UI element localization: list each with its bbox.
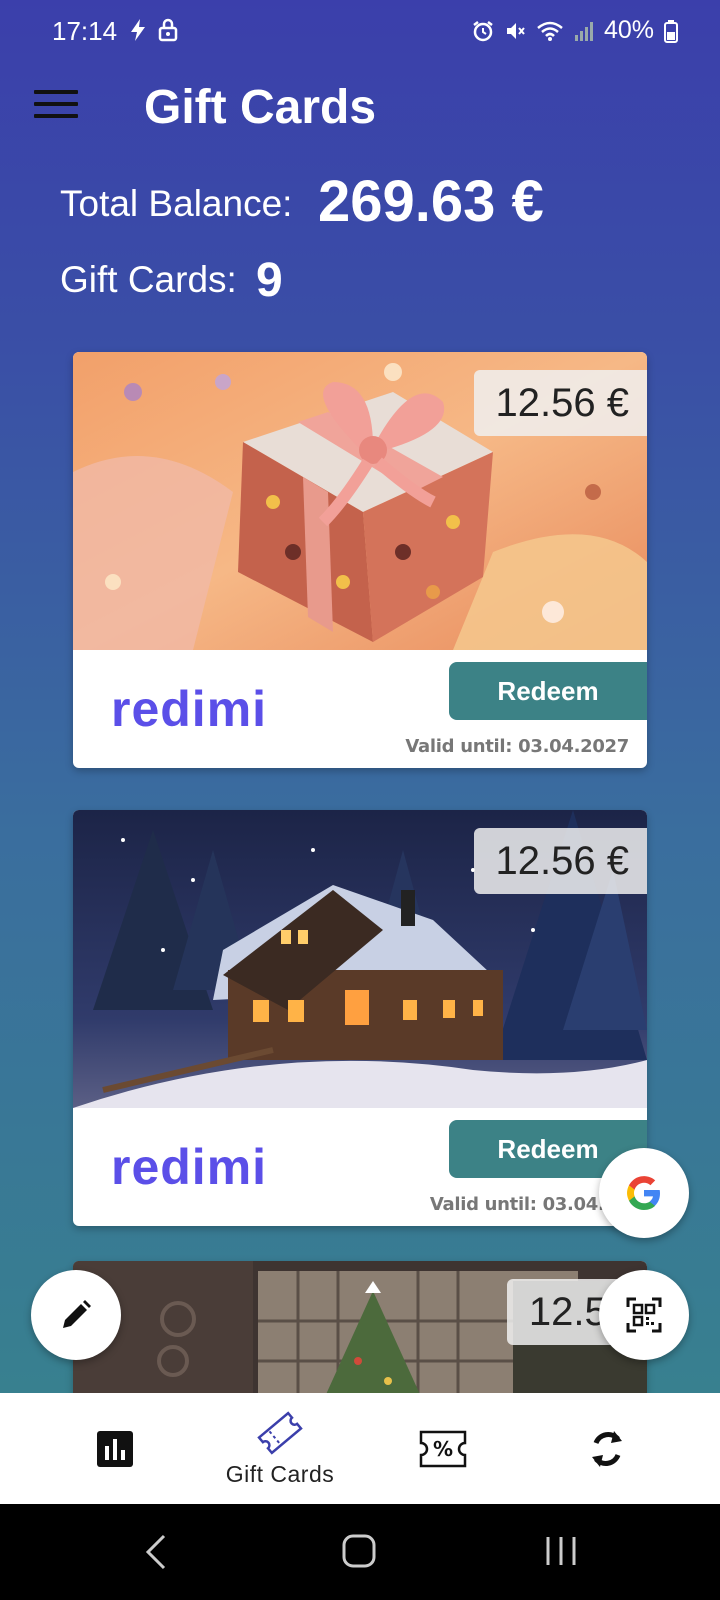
brand-logo: redimi (111, 681, 268, 737)
card-amount: 12.56 € (473, 828, 647, 894)
svg-text:%: % (433, 1437, 453, 1461)
battery-icon (664, 19, 678, 43)
total-balance-value: 269.63 € (318, 169, 544, 234)
system-navigation-bar (0, 1504, 720, 1600)
gift-card[interactable]: 12.56 € redimi Redeem Valid until: 03.04… (73, 352, 647, 768)
card-footer: redimi Redeem Valid until: 03.04.2027 (73, 650, 647, 768)
app-screen: 17:14 40% Gift Cards Total Balance: 269.… (0, 0, 720, 1393)
valid-until: Valid until: 03.04.2027 (405, 736, 629, 757)
status-bar: 17:14 40% (0, 0, 720, 62)
edit-button[interactable] (31, 1270, 121, 1360)
home-icon[interactable] (342, 1534, 376, 1568)
bottom-navigation: Gift Cards % (0, 1393, 720, 1504)
total-balance-label: Total Balance: (60, 183, 293, 224)
gift-card-count-value: 9 (256, 254, 283, 307)
signal-icon (574, 21, 593, 41)
lock-icon (158, 18, 178, 42)
gift-card[interactable]: 12.56 € redimi Redeem Valid until: 03.04… (73, 810, 647, 1226)
flash-icon (131, 19, 145, 41)
menu-icon[interactable] (34, 90, 78, 126)
nav-gift-cards-label: Gift Cards (225, 1461, 335, 1487)
pencil-icon (63, 1300, 91, 1328)
mute-icon (506, 22, 525, 39)
battery-percent: 40% (603, 16, 654, 44)
nav-discounts[interactable]: % (408, 1393, 478, 1504)
card-footer: redimi Redeem Valid until: 03.04.20 (73, 1108, 647, 1226)
scan-button[interactable] (599, 1270, 689, 1360)
recent-apps-icon[interactable] (544, 1534, 578, 1568)
back-icon[interactable] (144, 1534, 168, 1570)
ticket-icon (257, 1411, 303, 1455)
gift-card[interactable]: 12.56 (73, 1261, 647, 1393)
google-button[interactable] (599, 1148, 689, 1238)
qr-scan-icon (626, 1297, 662, 1333)
card-amount: 12.56 € (473, 370, 647, 436)
status-time: 17:14 (52, 16, 118, 46)
discount-ticket-icon: % (419, 1430, 467, 1467)
redeem-button[interactable]: Redeem (449, 662, 647, 720)
alarm-icon (473, 20, 493, 41)
brand-logo: redimi (111, 1139, 268, 1195)
gift-card-count-label: Gift Cards: (60, 259, 237, 300)
nav-gift-cards[interactable]: Gift Cards (200, 1393, 360, 1504)
google-icon (627, 1176, 660, 1210)
bar-chart-icon (97, 1430, 133, 1467)
sync-icon (592, 1430, 622, 1467)
nav-sync[interactable] (572, 1393, 642, 1504)
wifi-icon (537, 21, 563, 41)
nav-statistics[interactable] (80, 1393, 150, 1504)
page-title: Gift Cards (144, 81, 377, 134)
